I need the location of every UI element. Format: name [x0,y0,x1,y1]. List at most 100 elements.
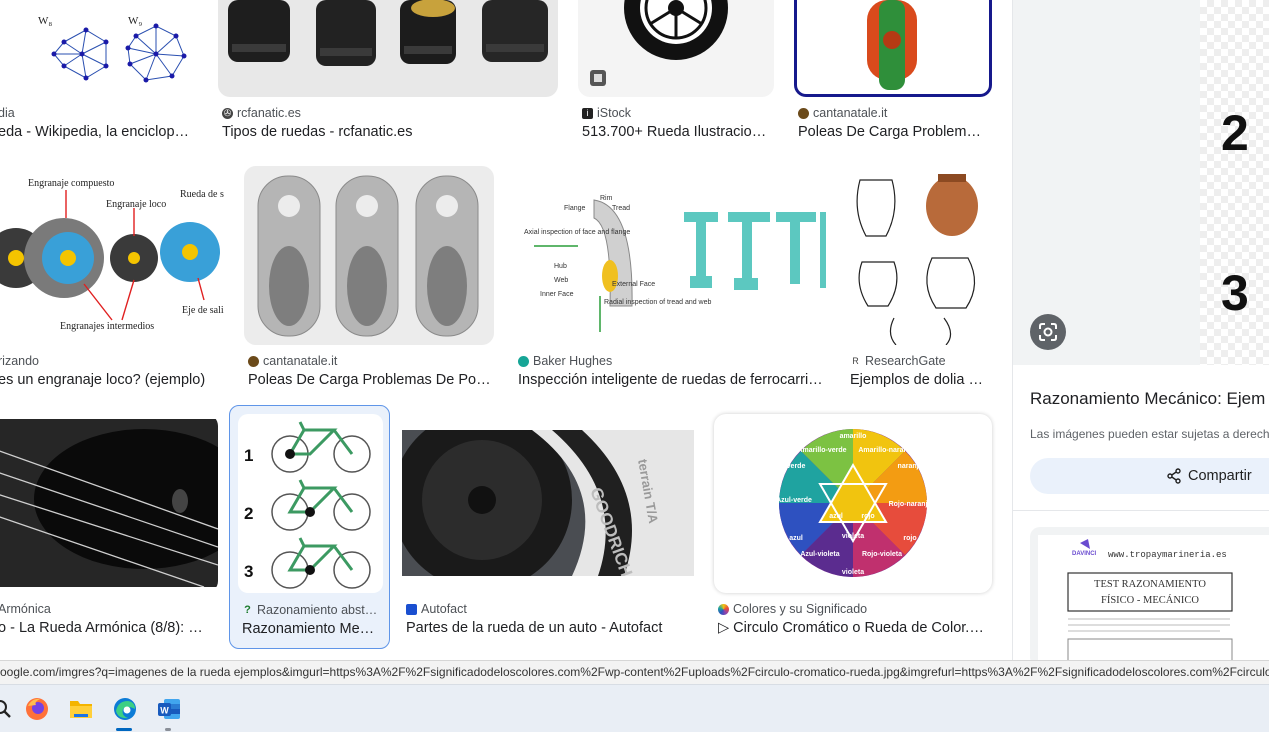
share-label: Compartir [1188,468,1252,484]
wheel-graph-illustration: W₈ W₉ [38,15,187,83]
thumb-label: Rojo-naranja [889,501,932,508]
search-icon[interactable] [0,695,16,723]
tire-illustration [590,0,728,86]
word-glyph: W [158,699,180,719]
cantanatale-favicon-icon [798,107,809,119]
thumb-label: rojo [903,535,916,542]
thumb-label: Engranaje compuesto [28,178,114,189]
thumb-label: violeta [842,533,864,540]
thumb-label: rojo [861,513,874,520]
baker-hughes-favicon-icon [518,355,529,367]
result-title[interactable]: Razonamiento Me… [242,621,382,637]
thumb-label: W₉ [128,15,142,27]
result-card[interactable]: Engranaje compuesto Engranaje loco Rueda… [0,166,224,396]
result-thumbnail[interactable] [846,166,992,345]
result-title[interactable]: o - La Rueda Armónica (8/8): … [0,620,212,636]
guitar-strings-illustration [0,429,218,588]
result-title[interactable]: Poleas De Carga Problemas De Po… [248,372,492,388]
thumb-label: Web [554,277,568,284]
result-thumbnail[interactable] [0,414,218,593]
result-source: Armónica [0,602,51,616]
thumb-label: violeta [842,569,864,576]
related-brand: DAVINCI [1072,551,1097,557]
result-card[interactable]: ✇ rcfanatic.es Tipos de ruedas - rcfanat… [218,0,558,150]
color-wheel-diagram: amarillo Amarillo-verde Amarillo-naranja… [776,429,932,577]
pulleys-photo [257,175,479,337]
related-site: www.tropaymarineria.es [1108,550,1227,560]
preview-title[interactable]: Razonamiento Mecánico: Ejem [1030,389,1265,409]
rc-wheels-photo [228,0,548,66]
google-lens-button[interactable] [1030,314,1066,350]
gear-train-diagram: Engranaje compuesto Engranaje loco Rueda… [0,178,224,332]
result-thumbnail[interactable]: Engranaje compuesto Engranaje loco Rueda… [0,166,224,345]
thumb-label: Tread [612,205,630,212]
result-title[interactable]: 513.700+ Rueda Ilustracio… [582,124,772,140]
share-button[interactable]: Compartir [1030,458,1269,494]
result-source: Autofact [406,602,692,616]
result-title[interactable]: es un engranaje loco? (ejemplo) [0,372,222,388]
word-icon[interactable]: W [155,695,183,723]
thumb-label: Radial inspection of tread and web [604,299,712,306]
thumb-label: amarillo [840,433,867,440]
thumb-label: Inner Face [540,291,574,298]
rail-wheel-inspection-diagram: Rim Flange Tread Axial inspection of fac… [524,195,826,332]
dolia-drawings [856,174,978,345]
result-card-selected[interactable]: 1 2 3 ? Razonamiento abst… Razonamiento … [229,405,390,649]
result-source: cantanatale.it [248,354,492,368]
thumb-label: verde [787,463,806,470]
result-title[interactable]: eda - Wikipedia, la enciclop… [0,124,194,140]
result-thumbnail[interactable] [578,0,774,97]
result-card[interactable]: Rim Flange Tread Axial inspection of fac… [514,166,826,396]
result-source: dia [0,106,15,120]
thumb-label: 2 [244,504,253,523]
result-title[interactable]: Ejemplos de dolia … [850,372,990,388]
result-source: R ResearchGate [850,354,990,368]
result-title[interactable]: Partes de la rueda de un auto - Autofact [406,620,692,636]
result-card[interactable]: W₈ W₉ dia eda - Wikipedia, la enciclop… [0,0,200,150]
result-thumbnail[interactable] [218,0,558,97]
result-card[interactable]: cantanatale.it Poleas De Carga Problemas… [244,166,494,396]
result-thumbnail[interactable]: amarillo Amarillo-verde Amarillo-naranja… [714,414,992,593]
autofact-favicon-icon [406,603,417,615]
result-thumbnail[interactable]: GOODRICH terrain T/A [402,414,694,593]
result-card[interactable]: Armónica o - La Rueda Armónica (8/8): … [0,414,218,650]
result-thumbnail[interactable] [794,0,992,97]
link-status-bar: oogle.com/imgres?q=imagenes de la rueda … [0,660,1269,684]
pulley-photo [867,0,917,90]
result-thumbnail[interactable]: 1 2 3 [238,414,383,593]
result-card[interactable]: GOODRICH terrain T/A Autofact Partes de … [402,414,694,650]
related-image[interactable]: DAVINCI www.tropaymarineria.es TEST RAZO… [1030,527,1269,660]
researchgate-favicon-icon: R [850,355,861,367]
result-thumbnail[interactable]: Rim Flange Tread Axial inspection of fac… [514,166,826,345]
related-heading: FÍSICO - MECÁNICO [1101,594,1199,606]
svg-text:W: W [160,706,169,716]
thumb-label: azul [789,535,803,542]
tire-closeup-illustration: GOODRICH terrain T/A [402,414,694,590]
thumb-label: Azul-verde [776,497,812,504]
result-card[interactable]: R ResearchGate Ejemplos de dolia … [846,166,992,396]
share-icon [1167,468,1181,484]
istock-favicon-icon: i [582,107,593,119]
edge-icon[interactable] [111,695,139,723]
result-thumbnail[interactable] [244,166,494,345]
result-title[interactable]: Tipos de ruedas - rcfanatic.es [222,124,552,140]
thumb-label: Flange [564,205,586,212]
result-card[interactable]: cantanatale.it Poleas De Carga Problem… [794,0,992,150]
result-title[interactable]: ▷ Circulo Cromático o Rueda de Color.… [718,620,990,636]
result-thumbnail[interactable]: W₈ W₉ [0,0,200,97]
firefox-icon[interactable] [23,695,51,723]
result-source: ✇ rcfanatic.es [222,106,301,120]
file-explorer-icon[interactable] [67,695,95,723]
result-card[interactable]: amarillo Amarillo-verde Amarillo-naranja… [714,414,992,650]
browser-page: W₈ W₉ dia eda - Wikipedia, la enciclop… [0,0,1269,732]
result-title[interactable]: Inspección inteligente de ruedas de ferr… [518,372,824,388]
bicycles-diagram: 1 2 3 [244,421,371,589]
rcfanatic-favicon-icon: ✇ [222,107,233,119]
result-title[interactable]: Poleas De Carga Problem… [798,124,988,140]
result-card[interactable]: i iStock 513.700+ Rueda Ilustracio… [578,0,774,150]
preview-image[interactable]: 2 3 [1013,0,1269,365]
copyright-note: Las imágenes pueden estar sujetas a dere… [1030,427,1269,441]
thumb-label: External Face [612,281,655,288]
folder-glyph [70,701,92,718]
status-url: oogle.com/imgres?q=imagenes de la rueda … [0,665,1269,679]
